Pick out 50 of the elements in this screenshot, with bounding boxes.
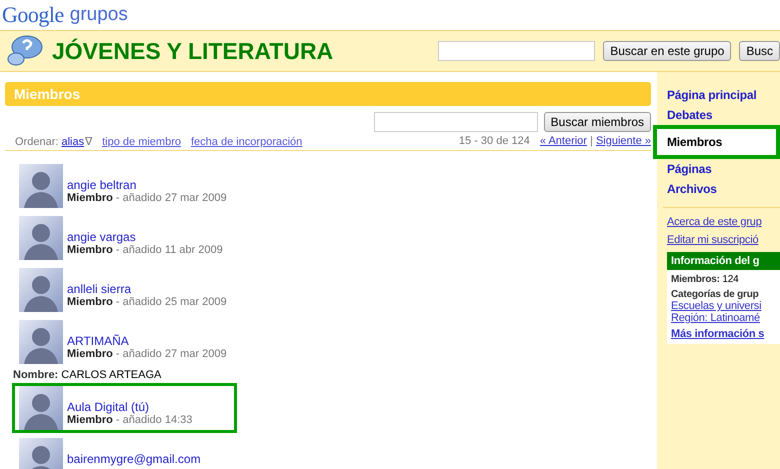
sort-indicator: ∇: [85, 136, 92, 148]
panel-header: Miembros: [5, 82, 651, 106]
speech-bubbles-icon: [6, 34, 44, 68]
member-name-link[interactable]: angie vargas: [67, 230, 223, 244]
range-text: 15 - 30 de 124: [458, 135, 530, 147]
category-link[interactable]: Región: Latinoamé: [671, 312, 776, 324]
avatar-silhouette-icon: [19, 164, 63, 208]
members-count-text: Miembros: 124: [671, 274, 740, 285]
sidebar-link[interactable]: Editar mi suscripció: [667, 234, 780, 246]
avatar-silhouette-icon: [19, 268, 63, 312]
more-info-link[interactable]: Más información s: [671, 328, 776, 340]
member-name-link[interactable]: anlleli sierra: [67, 282, 227, 296]
search-members-button[interactable]: Buscar miembros: [544, 112, 651, 132]
sort-link[interactable]: tipo de miembro: [102, 136, 181, 148]
member-name-link[interactable]: ARTIMAÑA: [67, 334, 227, 348]
sort-link[interactable]: fecha de incorporación: [190, 136, 302, 148]
member-meta: Miembro - añadido 14:33: [67, 414, 192, 426]
search-button[interactable]: Busc: [739, 41, 780, 61]
search-button[interactable]: Buscar en este grupo: [603, 41, 732, 61]
member-name-link[interactable]: angie beltran: [67, 178, 227, 192]
member-search-field[interactable]: [374, 112, 538, 132]
nav-link[interactable]: Miembros: [653, 125, 780, 159]
member-name-link[interactable]: bairenmygre@gmail.com: [67, 452, 201, 466]
sidebar-link[interactable]: Acerca de este grup: [667, 216, 780, 228]
member-meta: Miembro - añadido 25 mar 2009: [67, 296, 227, 308]
nav-link[interactable]: Páginas: [663, 159, 780, 179]
avatar-silhouette-icon: [19, 386, 63, 430]
sort-link[interactable]: alias: [61, 136, 84, 148]
member-name-link[interactable]: Aula Digital (tú): [67, 400, 192, 414]
categories-label: Categorías de grup: [671, 289, 760, 300]
member-meta: Miembro - añadido 11 abr 2009: [67, 244, 223, 256]
avatar-silhouette-icon: [19, 438, 63, 469]
avatar-silhouette-icon: [19, 320, 63, 364]
logo-product: grupos: [70, 4, 128, 26]
previous-link[interactable]: « Anterior: [540, 135, 587, 147]
avatar-silhouette-icon: [19, 216, 63, 260]
logo-brand[interactable]: Google: [2, 2, 64, 28]
group-search-field[interactable]: [438, 41, 596, 61]
member-meta: Miembro - añadido 27 mar 2009: [67, 348, 227, 360]
group-title: JÓVENES Y LITERATURA: [52, 38, 334, 64]
info-header: Información del g: [667, 252, 780, 270]
nav-link[interactable]: Debates: [663, 105, 780, 125]
sort-label: Ordenar:: [15, 136, 58, 148]
nav-link[interactable]: Página principal: [663, 85, 780, 105]
member-meta: Miembro - añadido 27 mar 2009: [67, 192, 227, 204]
next-link[interactable]: Siguiente »: [596, 135, 651, 147]
category-link[interactable]: Escuelas y universi: [671, 300, 776, 312]
link-separator: |: [590, 135, 593, 147]
real-name-text: Nombre: CARLOS ARTEAGA: [13, 369, 162, 381]
nav-link[interactable]: Archivos: [663, 179, 780, 199]
